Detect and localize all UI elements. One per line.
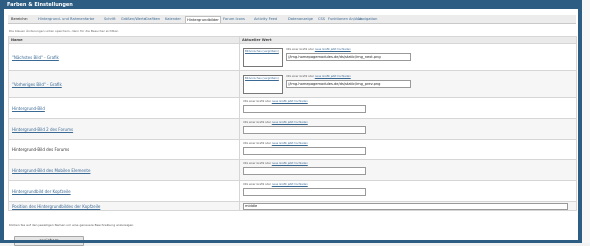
tab-2[interactable]: Schrift: [104, 16, 116, 22]
table-row: "Vorheriges Bild" - Grafik Bildvorschau (…: [8, 70, 577, 98]
setting-value-cell: middle: [239, 201, 577, 211]
url-hint: URL einer Grafik oder neue Grafik jetzt …: [243, 121, 308, 124]
preview-enlarge-link[interactable]: Bildvorschau (vergrößern): [245, 50, 279, 53]
url-hint: URL einer Grafik oder neue Grafik jetzt …: [243, 100, 308, 103]
setting-value-cell: URL einer Grafik oder neue Grafik jetzt …: [239, 180, 577, 202]
image-preview[interactable]: Bildvorschau (vergrößern): [243, 75, 283, 94]
upload-link[interactable]: neue Grafik jetzt hochladen: [315, 75, 351, 78]
setting-name-link[interactable]: "Nächstes Bild" - Grafik: [12, 55, 59, 60]
image-preview[interactable]: Bildvorschau (vergrößern): [243, 48, 283, 67]
url-hint: URL einer Grafik oder neue Grafik jetzt …: [286, 48, 351, 51]
tab-3[interactable]: Größen/Werte: [121, 16, 146, 22]
setting-value-cell: URL einer Grafik oder neue Grafik jetzt …: [239, 159, 577, 181]
url-input[interactable]: [243, 126, 366, 134]
table-row: Hintergrundbild der Kopfzeile URL einer G…: [8, 180, 577, 202]
value-input[interactable]: middle: [243, 202, 568, 210]
upload-link[interactable]: neue Grafik jetzt hochladen: [315, 48, 351, 51]
upload-link[interactable]: neue Grafik jetzt hochladen: [272, 121, 308, 124]
setting-name-link[interactable]: Hintergrund-Bild des Mobilen Elemente: [12, 168, 90, 173]
window-header: Farben & Einstellungen: [4, 0, 578, 9]
window-title: Farben & Einstellungen: [7, 1, 73, 8]
url-input[interactable]: //img.homepagemodules.de/ds/static/img_p…: [286, 80, 411, 88]
table-row: Hintergrund-Bild URL einer Grafik oder ne…: [8, 97, 577, 119]
setting-name-cell: Hintergrund-Bild des Forums: [8, 139, 240, 160]
url-hint-text: URL einer Grafik oder: [243, 183, 271, 186]
tab-11[interactable]: Funktionen An/Aus: [328, 16, 362, 22]
upload-link[interactable]: neue Grafik jetzt hochladen: [272, 142, 308, 145]
tab-4[interactable]: Grafiken: [145, 16, 160, 22]
url-input[interactable]: //img.homepagemodules.de/ds/static/img_n…: [286, 53, 411, 61]
url-hint-text: URL einer Grafik oder: [243, 142, 271, 145]
upload-link[interactable]: neue Grafik jetzt hochladen: [272, 183, 308, 186]
url-hint-text: URL einer Grafik oder: [243, 162, 271, 165]
upload-link[interactable]: neue Grafik jetzt hochladen: [272, 100, 308, 103]
tab-8[interactable]: Activity Feed: [254, 16, 277, 22]
url-hint: URL einer Grafik oder neue Grafik jetzt …: [243, 183, 308, 186]
url-input[interactable]: [243, 167, 366, 175]
setting-name-link[interactable]: Position des Hintergrundbildes der Kopfz…: [12, 204, 100, 209]
tab-bar: Bereiche: Hintergrund- und Rahmenfarbe Sch…: [8, 15, 576, 24]
setting-name-cell: Hintergrund-Bild des Mobilen Elemente: [8, 159, 240, 181]
setting-name-link[interactable]: Hintergrundbild der Kopfzeile: [12, 189, 71, 194]
tab-0: Bereiche:: [11, 17, 28, 21]
setting-name-cell: Hintergrund-Bild: [8, 97, 240, 119]
setting-value-cell: URL einer Grafik oder neue Grafik jetzt …: [239, 118, 577, 140]
tab-10[interactable]: CSS: [318, 16, 325, 22]
setting-value-cell: URL einer Grafik oder neue Grafik jetzt …: [239, 97, 577, 119]
url-hint: URL einer Grafik oder neue Grafik jetzt …: [286, 75, 351, 78]
setting-name-cell: Position des Hintergrundbildes der Kopfz…: [8, 201, 240, 211]
table-row: Hintergrund-Bild 2 des Forums URL einer G…: [8, 118, 577, 140]
tab-6[interactable]: Hintergrundbilder: [185, 15, 221, 23]
url-input[interactable]: [243, 105, 366, 113]
url-hint: URL einer Grafik oder neue Grafik jetzt …: [243, 162, 308, 165]
table-row: "Nächstes Bild" - Grafik Bildvorschau (ve…: [8, 43, 577, 71]
setting-name-link[interactable]: Hintergrund-Bild 2 des Forums: [12, 127, 73, 132]
url-hint-text: URL einer Grafik oder: [243, 100, 271, 103]
column-header-value: Aktueller Wert: [239, 36, 577, 44]
setting-value-cell: Bildvorschau (vergrößern) URL einer Grafi…: [239, 70, 577, 98]
setting-value-cell: URL einer Grafik oder neue Grafik jetzt …: [239, 139, 577, 160]
tab-1[interactable]: Hintergrund- und Rahmenfarbe: [38, 16, 94, 22]
setting-name-link[interactable]: "Vorheriges Bild" - Grafik: [12, 82, 62, 87]
setting-value-cell: Bildvorschau (vergrößern) URL einer Grafi…: [239, 43, 577, 71]
tab-7[interactable]: Forum Icons: [223, 16, 245, 22]
setting-name-cell: "Nächstes Bild" - Grafik: [8, 43, 240, 71]
url-input[interactable]: [243, 147, 366, 155]
table-row: Hintergrund-Bild des Mobilen Elemente URL…: [8, 159, 577, 181]
settings-table: Name Aktueller Wert "Nächstes Bild" - Gr…: [8, 36, 577, 211]
table-row: Position des Hintergrundbildes der Kopfz…: [8, 201, 577, 211]
setting-name-cell: "Vorheriges Bild" - Grafik: [8, 70, 240, 98]
url-hint-text: URL einer Grafik oder: [286, 48, 314, 51]
settings-panel: Bereiche: Hintergrund- und Rahmenfarbe Sch…: [4, 9, 578, 246]
footer-hint: Klicken Sie auf den jeweiligen Namen um …: [9, 223, 135, 227]
url-hint: URL einer Grafik oder neue Grafik jetzt …: [243, 142, 308, 145]
info-hint: Die blauen Änderungen unten speichern, d…: [9, 29, 119, 33]
tab-5[interactable]: Kalender: [165, 16, 181, 22]
url-hint-text: URL einer Grafik oder: [243, 121, 271, 124]
setting-name-cell: Hintergrund-Bild 2 des Forums: [8, 118, 240, 140]
tab-12[interactable]: Navigation: [358, 16, 377, 22]
scrollbar-track[interactable]: [582, 0, 590, 243]
upload-link[interactable]: neue Grafik jetzt hochladen: [272, 162, 308, 165]
setting-name-link: Hintergrund-Bild des Forums: [12, 147, 70, 152]
table-row: Hintergrund-Bild des Forums URL einer Gra…: [8, 139, 577, 160]
preview-enlarge-link[interactable]: Bildvorschau (vergrößern): [245, 77, 279, 80]
setting-name-link[interactable]: Hintergrund-Bild: [12, 106, 45, 111]
url-input[interactable]: [243, 188, 366, 196]
column-header-name: Name: [8, 36, 240, 44]
setting-name-cell: Hintergrundbild der Kopfzeile: [8, 180, 240, 202]
tab-9[interactable]: Datenanzeige: [288, 16, 313, 22]
url-hint-text: URL einer Grafik oder: [286, 75, 314, 78]
